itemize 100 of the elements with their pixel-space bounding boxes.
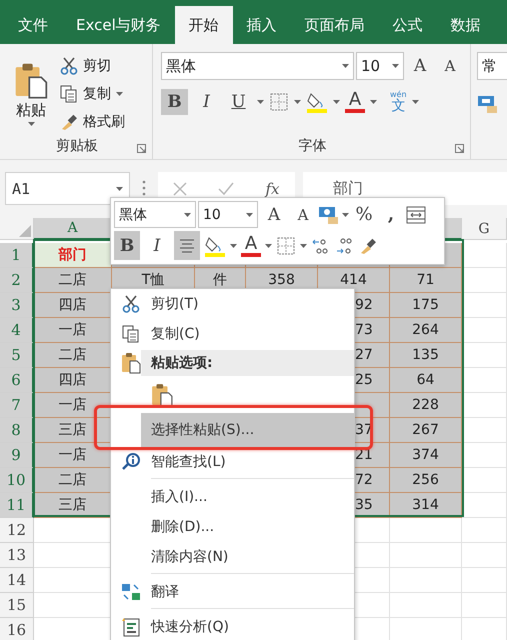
row-header[interactable]: 10 (0, 468, 34, 493)
increase-font-button[interactable]: A (260, 202, 288, 228)
row-header[interactable]: 5 (0, 343, 34, 368)
caret-icon[interactable] (333, 100, 340, 104)
phonetic-button[interactable]: wén 文 (390, 91, 407, 113)
row-header[interactable]: 16 (0, 618, 34, 640)
ribbon-tab[interactable]: 页面布局 (290, 6, 379, 44)
row-header[interactable]: 1 (0, 243, 34, 268)
font-color-button[interactable]: A (241, 234, 261, 256)
table-cell: 一店 (34, 318, 112, 343)
bold-button[interactable]: B (114, 231, 140, 260)
table-cell (462, 443, 507, 468)
row-header[interactable]: 11 (0, 493, 34, 518)
insert-function-button[interactable]: fx (265, 180, 280, 198)
table-cell (462, 468, 507, 493)
font-size-field[interactable]: 10 (356, 52, 404, 80)
table-cell: 64 (390, 368, 462, 393)
column-header[interactable]: G (462, 218, 507, 240)
clipboard-command[interactable]: 剪切 (60, 52, 125, 80)
caret-icon[interactable] (184, 212, 191, 216)
dialog-launcher-icon[interactable] (455, 144, 464, 153)
caret-icon[interactable] (28, 122, 34, 126)
caret-icon[interactable] (412, 100, 419, 104)
name-box[interactable]: A1 (5, 172, 130, 205)
caret-icon[interactable] (116, 92, 123, 96)
fill-color-icon[interactable] (306, 91, 328, 113)
table-cell (462, 268, 507, 293)
ribbon-tab[interactable]: 插入 (232, 6, 291, 44)
increase-font-button[interactable]: A (406, 53, 434, 79)
center-align-button[interactable] (174, 231, 200, 260)
font-color-button[interactable]: A (345, 91, 365, 113)
search-icon (121, 452, 141, 472)
table-cell: 部门 (34, 243, 112, 268)
quick-analysis-icon (121, 617, 141, 637)
table-cell: 二店 (34, 268, 112, 293)
table-cell: 三店 (34, 418, 112, 443)
caret-icon[interactable] (342, 64, 349, 68)
table-cell: 228 (390, 393, 462, 418)
ribbon-tab[interactable]: 公式 (378, 6, 437, 44)
italic-button[interactable]: I (144, 231, 170, 260)
row-header[interactable]: 14 (0, 568, 34, 593)
fill-color-icon[interactable] (204, 234, 226, 256)
ribbon-tab[interactable]: Excel与财务 (62, 6, 175, 44)
row-header[interactable]: 13 (0, 543, 34, 568)
table-cell (462, 393, 507, 418)
caret-icon[interactable] (246, 212, 253, 216)
menu-item[interactable]: 选择性粘贴(S)... (141, 413, 354, 447)
menu-item[interactable]: 快速分析(Q) (141, 612, 354, 640)
currency-icon[interactable] (318, 204, 340, 224)
caret-icon[interactable] (265, 244, 272, 248)
clipboard-command[interactable]: 格式刷 (60, 108, 125, 136)
borders-icon[interactable] (269, 92, 289, 112)
caret-icon[interactable] (257, 100, 264, 104)
menu-item[interactable]: 清除内容(N) (141, 542, 354, 572)
ribbon-tab[interactable]: 开始 (174, 6, 233, 44)
row-header[interactable]: 9 (0, 443, 34, 468)
caret-icon[interactable] (370, 100, 377, 104)
font-style-button[interactable]: U (225, 89, 252, 115)
scissors-icon (122, 295, 140, 313)
row-header[interactable]: 4 (0, 318, 34, 343)
caret-icon[interactable] (342, 212, 349, 216)
caret-icon[interactable] (300, 244, 307, 248)
table-cell: 四店 (34, 293, 112, 318)
ribbon-tab[interactable]: 文件 (4, 6, 62, 44)
table-cell: 二店 (34, 343, 112, 368)
row-header[interactable]: 8 (0, 418, 34, 443)
font-name-field[interactable]: 黑体 (114, 201, 196, 228)
font-name-field[interactable]: 黑体 (161, 52, 354, 80)
caret-icon[interactable] (392, 64, 399, 68)
clipboard-command[interactable]: 复制 (60, 80, 125, 108)
menu-item[interactable]: 翻译 (141, 577, 354, 607)
wrap-text-icon[interactable] (405, 204, 427, 224)
ribbon-tab[interactable]: 数据 (436, 6, 495, 44)
row-header[interactable]: 15 (0, 593, 34, 618)
caret-icon[interactable] (230, 244, 237, 248)
conditional-format-icon[interactable] (477, 94, 499, 114)
font-size-field[interactable]: 10 (198, 201, 258, 228)
copy-icon (122, 325, 140, 343)
dialog-launcher-icon[interactable] (137, 144, 146, 153)
format-painter-icon[interactable] (359, 236, 377, 254)
borders-icon[interactable] (276, 236, 296, 256)
row-header[interactable]: 6 (0, 368, 34, 393)
paste-option-button[interactable] (151, 382, 173, 408)
table-cell: 314 (390, 493, 462, 518)
table-cell (462, 418, 507, 443)
decrease-font-button[interactable]: A (436, 53, 464, 79)
paste-button[interactable]: 粘贴 (8, 62, 54, 126)
column-header[interactable]: A (34, 218, 112, 240)
font-style-button[interactable]: I (193, 89, 220, 115)
check-icon[interactable] (218, 182, 234, 196)
row-header[interactable]: 2 (0, 268, 34, 293)
font-style-button[interactable]: B (161, 89, 188, 115)
caret-icon[interactable] (294, 100, 301, 104)
scissors-icon (60, 57, 78, 75)
caret-icon[interactable] (116, 186, 123, 190)
table-cell: 374 (390, 443, 462, 468)
row-header[interactable]: 7 (0, 393, 34, 418)
row-header[interactable]: 12 (0, 518, 34, 543)
row-header[interactable]: 3 (0, 293, 34, 318)
number-format-field[interactable]: 常 (477, 52, 507, 80)
